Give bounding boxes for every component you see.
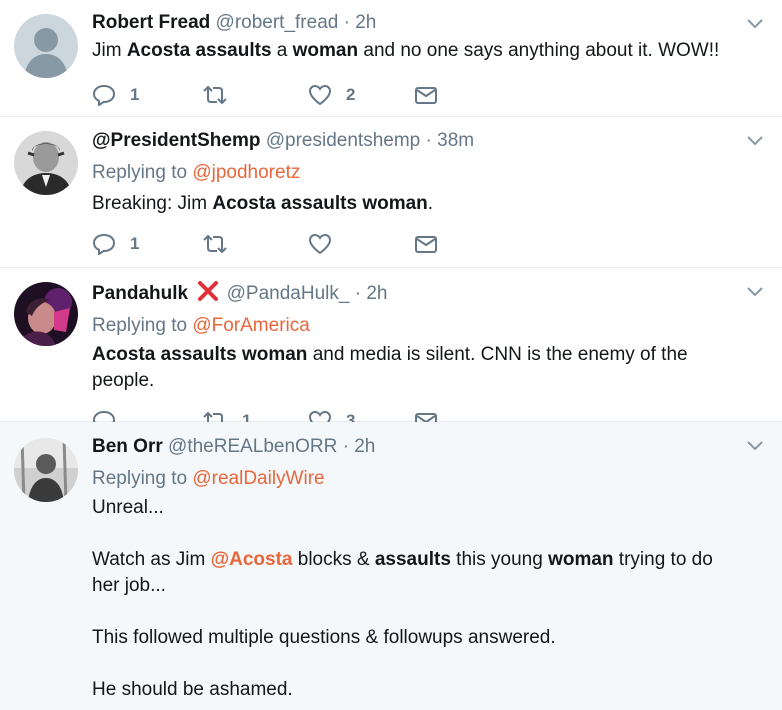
timestamp[interactable]: 2h	[355, 12, 376, 33]
avatar[interactable]	[14, 131, 78, 195]
reply-count: 1	[130, 85, 140, 104]
tweet-actions: 1 2	[92, 80, 742, 110]
reply-button[interactable]: 1	[92, 229, 139, 259]
tweet-header: @PresidentShemp @presidentshemp · 38m	[92, 129, 742, 153]
user-handle[interactable]: @theREALbenORR	[168, 436, 337, 457]
mention-link[interactable]: @Acosta	[211, 549, 293, 570]
tweet-text: Acosta assaults woman and media is silen…	[92, 344, 688, 391]
tweet-actions: 1	[92, 229, 742, 259]
tweet-header: Pandahulk @PandaHulk_ · 2h	[92, 280, 742, 306]
user-handle[interactable]: @PandaHulk_	[227, 283, 350, 304]
separator-dot: ·	[342, 436, 349, 457]
like-button[interactable]: 2	[308, 80, 355, 110]
replying-to: Replying to @realDailyWire	[92, 467, 742, 491]
user-name[interactable]: Ben Orr	[92, 436, 163, 457]
reply-button[interactable]: 1	[92, 80, 139, 110]
like-icon	[308, 84, 332, 106]
reply-icon	[92, 84, 116, 106]
separator-dot: ·	[354, 283, 362, 304]
timestamp[interactable]: 38m	[437, 130, 474, 151]
tweet-paragraph: This followed multiple questions & follo…	[92, 627, 556, 648]
mention-link[interactable]: @jpodhoretz	[192, 162, 300, 183]
timestamp[interactable]: 2h	[354, 436, 375, 457]
timestamp[interactable]: 2h	[366, 283, 387, 304]
separator-dot: ·	[343, 12, 350, 33]
retweet-icon	[203, 85, 227, 105]
like-count: 2	[346, 85, 356, 104]
chevron-down-icon[interactable]	[744, 129, 766, 151]
tweet-header: Robert Fread @robert_fread · 2h	[92, 11, 742, 35]
replying-label: Replying to	[92, 162, 188, 183]
tweet-paragraph: Unreal...	[92, 497, 164, 518]
chevron-down-icon[interactable]	[744, 280, 766, 302]
user-name[interactable]: Pandahulk	[92, 283, 188, 304]
reply-count: 1	[130, 234, 140, 253]
avatar[interactable]	[14, 14, 78, 78]
retweet-button[interactable]	[202, 229, 242, 259]
tweet[interactable]: Pandahulk @PandaHulk_ · 2h Replying to @…	[0, 268, 782, 432]
tweet-header: Ben Orr @theREALbenORR · 2h	[92, 435, 742, 459]
message-button[interactable]	[414, 80, 438, 110]
tweet[interactable]: Ben Orr @theREALbenORR · 2h Replying to …	[0, 422, 782, 710]
message-icon	[415, 236, 437, 253]
tweet[interactable]: Robert Fread @robert_fread · 2h Jim Acos…	[0, 0, 782, 117]
retweet-button[interactable]	[202, 80, 242, 110]
chevron-down-icon[interactable]	[744, 434, 766, 456]
avatar[interactable]	[14, 282, 78, 346]
user-handle[interactable]: @robert_fread	[216, 12, 339, 33]
reply-icon	[92, 233, 116, 255]
like-button[interactable]	[308, 229, 346, 259]
tweet-text: Unreal... Watch as Jim @Acosta blocks & …	[92, 495, 742, 703]
user-handle[interactable]: @presidentshemp	[266, 130, 420, 151]
separator-dot: ·	[425, 130, 432, 151]
replying-to: Replying to @ForAmerica	[92, 314, 742, 338]
cross-mark-emoji	[198, 281, 219, 301]
replying-label: Replying to	[92, 468, 188, 489]
mention-link[interactable]: @realDailyWire	[192, 468, 324, 489]
replying-label: Replying to	[92, 315, 188, 336]
avatar[interactable]	[14, 438, 78, 502]
user-name[interactable]: Robert Fread	[92, 12, 210, 33]
mention-link[interactable]: @ForAmerica	[192, 315, 309, 336]
tweet-text: Breaking: Jim Acosta assaults woman.	[92, 193, 434, 214]
tweet-paragraph: Watch as Jim @Acosta blocks & assaults t…	[92, 549, 713, 596]
like-icon	[308, 233, 332, 255]
message-button[interactable]	[414, 229, 438, 259]
tweet-text: Jim Acosta assaults a woman and no one s…	[92, 40, 720, 61]
tweet-paragraph: He should be ashamed.	[92, 679, 293, 700]
chevron-down-icon[interactable]	[744, 12, 766, 34]
user-name[interactable]: @PresidentShemp	[92, 130, 260, 151]
retweet-icon	[203, 234, 227, 254]
message-icon	[415, 87, 437, 104]
tweet-feed: Robert Fread @robert_fread · 2h Jim Acos…	[0, 0, 782, 710]
replying-to: Replying to @jpodhoretz	[92, 161, 742, 185]
tweet[interactable]: @PresidentShemp @presidentshemp · 38m Re…	[0, 117, 782, 268]
